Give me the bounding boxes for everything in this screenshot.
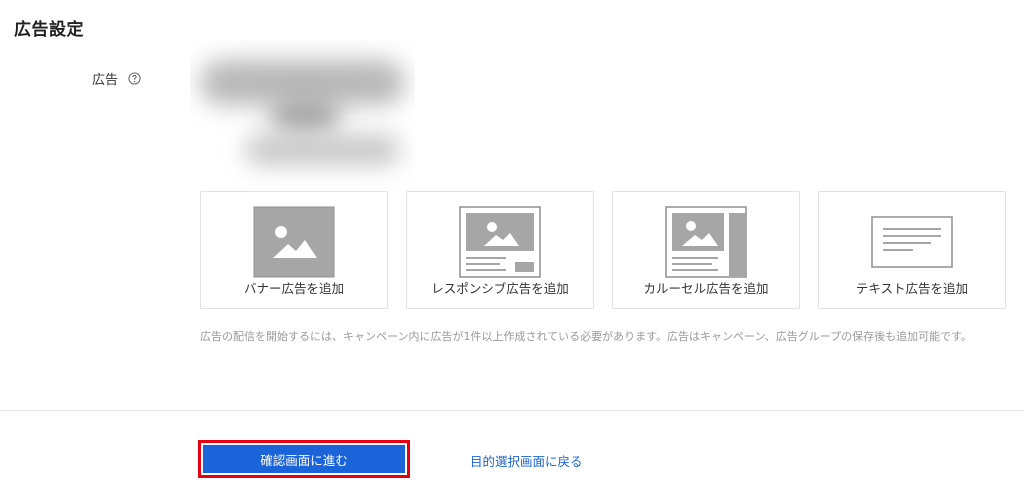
add-responsive-ad-label: レスポンシブ広告を追加 bbox=[431, 281, 569, 296]
add-carousel-ad-label: カルーセル広告を追加 bbox=[643, 281, 769, 296]
add-banner-ad-label: バナー広告を追加 bbox=[243, 281, 344, 296]
back-to-objective-link[interactable]: 目的選択画面に戻る bbox=[470, 451, 583, 470]
proceed-to-confirm-button[interactable]: 確認画面に進む bbox=[203, 445, 405, 473]
add-text-ad-label: テキスト広告を追加 bbox=[855, 281, 969, 296]
banner-image-icon bbox=[253, 206, 335, 278]
carousel-ad-icon bbox=[665, 206, 747, 278]
add-banner-ad-card[interactable]: バナー広告を追加 bbox=[200, 191, 388, 309]
add-responsive-ad-card[interactable]: レスポンシブ広告を追加 bbox=[406, 191, 594, 309]
add-text-ad-card[interactable]: テキスト広告を追加 bbox=[818, 191, 1006, 309]
add-carousel-ad-card[interactable]: カルーセル広告を追加 bbox=[612, 191, 800, 309]
text-ad-icon bbox=[871, 216, 953, 268]
ad-field-label: 広告 bbox=[92, 73, 119, 88]
question-circle-icon[interactable] bbox=[128, 72, 141, 85]
confirm-button-highlight: 確認画面に進む bbox=[198, 440, 410, 478]
ad-requirement-note: 広告の配信を開始するには、キャンペーン内に広告が1件以上作成されている必要があり… bbox=[200, 330, 973, 343]
responsive-ad-icon bbox=[459, 206, 541, 278]
blurred-ad-preview bbox=[190, 40, 415, 190]
footer-divider bbox=[0, 410, 1024, 411]
ad-field-label-row: 広告 bbox=[92, 69, 141, 88]
page-title: 広告設定 bbox=[14, 20, 84, 40]
ad-type-options: バナー広告を追加 レスポンシブ広告を追加 カルーセル広告を追加 テキスト広告を追… bbox=[200, 191, 1006, 309]
